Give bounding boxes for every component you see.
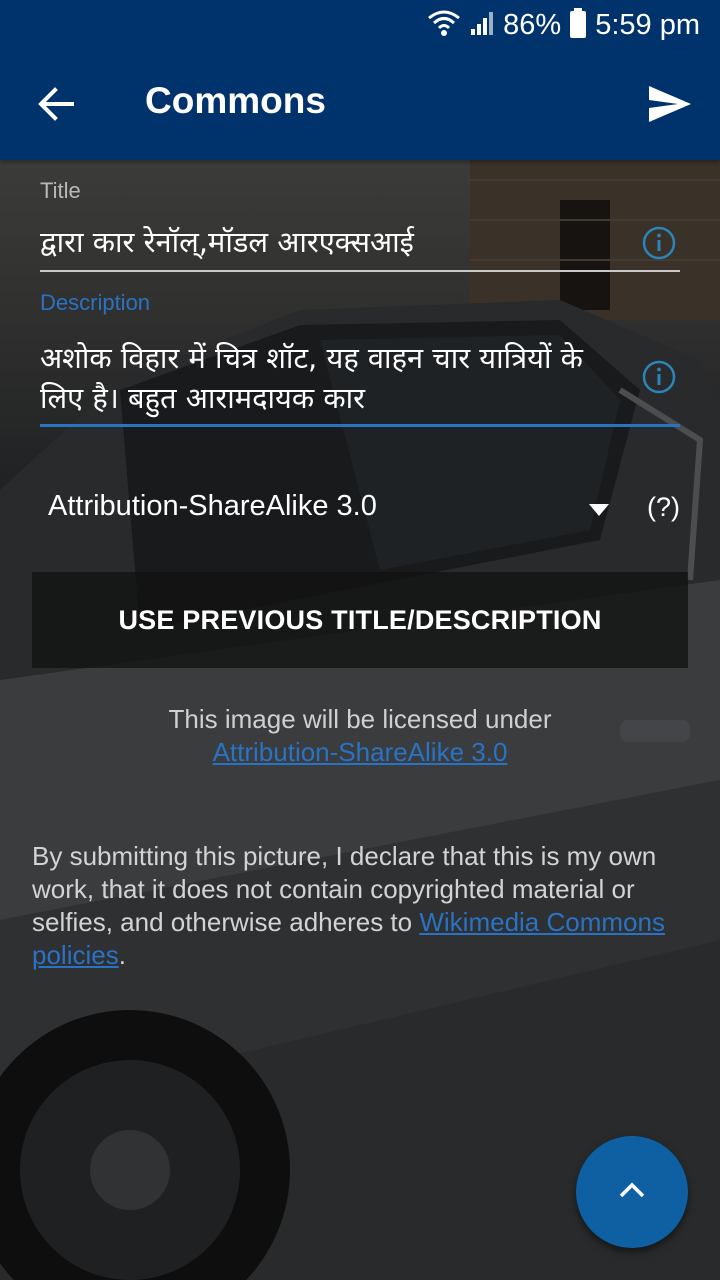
app-bar: Commons	[0, 50, 720, 160]
status-indicators: 86% 5:59 pm	[427, 6, 700, 44]
upload-form: Title द्वारा कार रेनॉल्,मॉडल आरएक्सआई De…	[0, 160, 720, 1280]
scroll-up-button[interactable]	[576, 1136, 688, 1248]
description-underline	[40, 424, 680, 427]
wifi-icon	[427, 9, 461, 41]
app-title: Commons	[145, 80, 326, 121]
send-icon	[648, 85, 692, 127]
use-previous-button-label: USE PREVIOUS TITLE/DESCRIPTION	[118, 604, 602, 635]
status-time: 5:59 pm	[595, 8, 700, 41]
license-link[interactable]: Attribution-ShareAlike 3.0	[213, 737, 508, 767]
title-input[interactable]: द्वारा कार रेनॉल्,मॉडल आरएक्सआई	[40, 222, 630, 262]
send-button[interactable]	[640, 76, 700, 136]
declaration-end: .	[118, 940, 126, 970]
use-previous-button[interactable]: USE PREVIOUS TITLE/DESCRIPTION	[32, 572, 688, 668]
signal-icon	[469, 9, 495, 41]
declaration: By submitting this picture, I declare th…	[32, 840, 682, 972]
status-bar: 86% 5:59 pm	[0, 0, 720, 50]
license-help-link[interactable]: (?)	[647, 492, 680, 523]
title-info-icon[interactable]	[642, 226, 676, 260]
battery-icon	[569, 8, 587, 42]
chevron-up-icon	[618, 1181, 646, 1203]
chevron-down-icon[interactable]	[588, 502, 610, 516]
license-dropdown[interactable]: Attribution-ShareAlike 3.0	[48, 490, 377, 523]
description-info-icon[interactable]	[642, 360, 676, 394]
description-input[interactable]: अशोक विहार में चित्र शॉट, यह वाहन चार या…	[40, 338, 630, 418]
back-button[interactable]	[28, 78, 84, 134]
battery-percent: 86%	[503, 8, 562, 41]
title-label: Title	[40, 178, 81, 203]
title-underline	[40, 270, 680, 272]
license-notice: This image will be licensed under Attrib…	[0, 703, 720, 769]
license-notice-text: This image will be licensed under	[168, 704, 552, 734]
description-label: Description	[40, 290, 151, 315]
arrow-back-icon	[38, 87, 74, 125]
license-row: Attribution-ShareAlike 3.0 (?)	[0, 480, 720, 542]
